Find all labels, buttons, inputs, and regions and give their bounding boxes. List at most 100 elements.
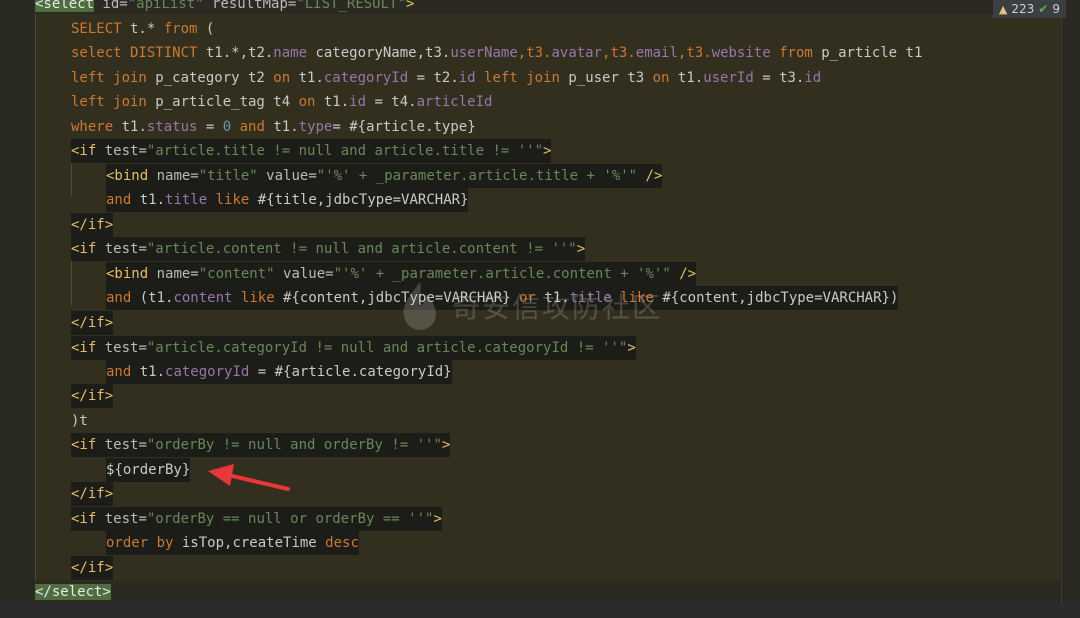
code-line[interactable]: <select id="apiList" resultMap="LIST_RES… — [35, 0, 414, 16]
code-token: > — [405, 0, 415, 12]
code-token: t1. — [669, 70, 704, 86]
code-editor[interactable]: <select id="apiList" resultMap="LIST_RES… — [0, 0, 1080, 618]
code-token: id — [804, 70, 822, 86]
code-token: ,t3. — [602, 45, 636, 61]
check-count: 9 — [1052, 2, 1060, 16]
code-token: = t3. — [753, 70, 805, 86]
code-token: <if — [71, 511, 97, 527]
code-token: or — [519, 290, 536, 306]
select-close-tag: </select> — [35, 584, 111, 600]
code-line[interactable]: </if> — [71, 482, 114, 506]
code-token: 0 — [222, 119, 232, 135]
code-token: </if> — [71, 560, 114, 576]
code-line[interactable]: select DISTINCT t1.*,t2.name categoryNam… — [71, 41, 922, 65]
code-token: p_article_tag t4 — [146, 94, 299, 110]
code-token: isTop,createTime — [173, 535, 326, 551]
code-token: value= — [257, 168, 317, 184]
code-token: "orderBy == null or orderBy == ''" — [146, 511, 434, 527]
code-token: test= — [96, 143, 147, 159]
code-token: "LIST_RESULT" — [296, 0, 406, 12]
code-line[interactable]: <if test="orderBy != null and orderBy !=… — [71, 433, 451, 457]
code-line[interactable]: left join p_article_tag t4 on t1.id = t4… — [71, 90, 492, 114]
code-token: > — [543, 143, 552, 159]
code-token: categoryId — [323, 70, 409, 86]
code-line[interactable]: </if> — [71, 384, 114, 408]
code-line[interactable]: </if> — [71, 213, 114, 237]
code-line[interactable]: <if test="orderBy == null or orderBy == … — [71, 507, 442, 531]
code-token: categoryName,t3. — [307, 45, 451, 61]
code-token: ,t3. — [677, 45, 712, 61]
code-token: /> — [670, 266, 697, 282]
code-token: > — [441, 437, 451, 453]
code-token: left join — [71, 70, 147, 86]
code-token: "article.categoryId != null and article.… — [146, 340, 628, 356]
code-token: id= — [94, 0, 128, 12]
code-token: (t1. — [131, 290, 174, 306]
warning-icon: ▲ — [998, 2, 1008, 16]
code-line[interactable]: SELECT t.* from ( — [71, 17, 214, 41]
code-token: p_article t1 — [812, 45, 923, 61]
code-token: from — [779, 45, 813, 61]
code-token: id — [458, 70, 476, 86]
horizontal-scrollbar[interactable] — [0, 604, 1080, 618]
code-token: from — [163, 21, 198, 37]
code-token: on — [273, 70, 291, 86]
code-line[interactable]: )t — [71, 409, 88, 433]
code-token: like — [620, 290, 654, 306]
code-token: resultMap= — [203, 0, 297, 12]
code-token: categoryId — [165, 364, 250, 380]
code-token: test= — [96, 340, 147, 356]
code-token: userId — [703, 70, 754, 86]
code-line[interactable]: order by isTop,createTime desc — [106, 531, 359, 555]
code-token: t1. — [113, 119, 147, 135]
vertical-scrollbar[interactable] — [1061, 0, 1062, 618]
code-token: <bind — [106, 266, 149, 282]
code-line[interactable]: <bind name="title" value="'%' + _paramet… — [106, 164, 663, 188]
code-line[interactable]: and t1.title like #{title,jdbcType=VARCH… — [106, 188, 469, 212]
code-token: "title" — [198, 168, 258, 184]
code-line[interactable]: where t1.status = 0 and t1.type= #{artic… — [71, 115, 476, 139]
code-token: articleId — [416, 94, 493, 110]
code-token: t.* — [121, 21, 164, 37]
code-token: email — [635, 45, 678, 61]
code-line[interactable]: </if> — [71, 556, 114, 580]
code-token: /> — [637, 168, 663, 184]
code-token: like — [215, 192, 250, 208]
indent-guide — [71, 260, 72, 306]
code-line[interactable]: <bind name="content" value="'%' + _param… — [106, 262, 697, 286]
code-line[interactable]: <if test="article.categoryId != null and… — [71, 336, 636, 360]
code-line[interactable]: and (t1.content like #{content,jdbcType=… — [106, 286, 899, 310]
code-line[interactable]: </select> — [35, 580, 111, 604]
code-token: <bind — [106, 168, 149, 184]
code-line[interactable]: ${orderBy} — [106, 458, 191, 482]
code-token: = #{article.type} — [332, 119, 476, 135]
inspection-widget[interactable]: ▲ 223 ✔ 9 — [992, 0, 1066, 18]
code-token: title — [165, 192, 208, 208]
code-token: "apiList" — [127, 0, 204, 12]
code-token: and — [106, 192, 132, 208]
code-token: test= — [96, 241, 147, 257]
code-token: p_category t2 — [146, 70, 274, 86]
code-token: #{title,jdbcType=VARCHAR} — [249, 192, 469, 208]
code-token: test= — [96, 511, 147, 527]
code-line[interactable]: </if> — [71, 311, 114, 335]
code-token: avatar — [551, 45, 603, 61]
code-token: ,t3. — [517, 45, 552, 61]
code-token: <if — [71, 143, 97, 159]
code-token: value= — [274, 266, 334, 282]
code-token: and — [239, 119, 265, 135]
code-line[interactable]: left join p_category t2 on t1. categoryId… — [71, 66, 821, 90]
code-line[interactable]: <if test="article.content != null and ar… — [71, 237, 586, 261]
code-token: = t4. — [366, 94, 417, 110]
code-token: ${orderBy} — [106, 462, 191, 478]
code-line[interactable]: and t1.categoryId = #{article.categoryId… — [106, 360, 452, 384]
code-token: <if — [71, 437, 97, 453]
code-line[interactable]: <if test="article.title != null and arti… — [71, 139, 552, 163]
code-token: </if> — [71, 217, 114, 233]
code-token: t1. — [264, 119, 299, 135]
code-token: t1. — [131, 364, 166, 380]
